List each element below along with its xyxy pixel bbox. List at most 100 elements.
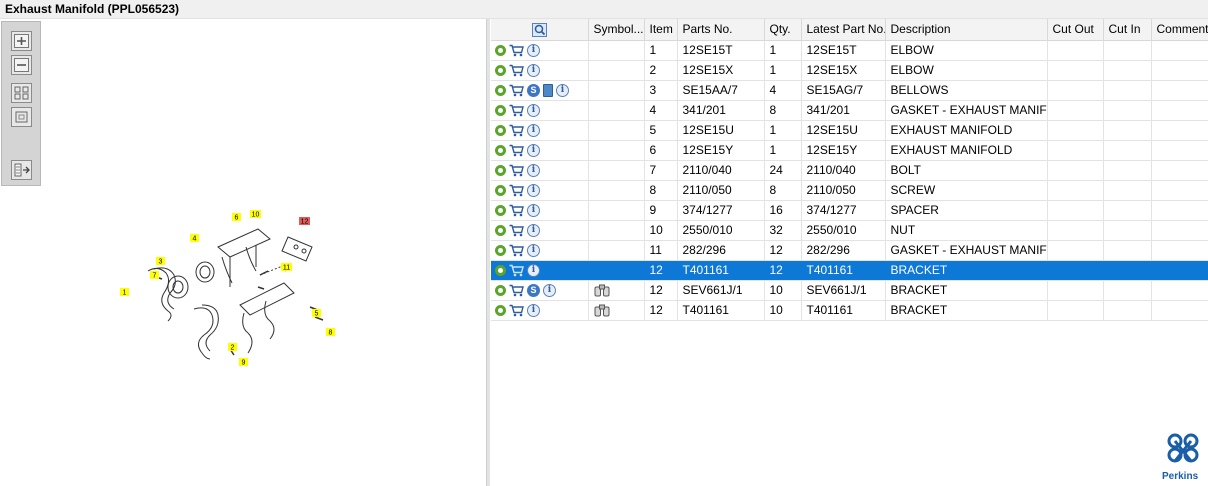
table-row[interactable]: i 12 T401161 10 T401161 BRACKET — [491, 300, 1208, 321]
binoculars-icon[interactable] — [594, 284, 610, 297]
cut-in-cell — [1103, 40, 1152, 61]
info-icon[interactable]: i — [527, 264, 540, 278]
gear-icon[interactable] — [495, 165, 506, 177]
info-icon[interactable]: i — [527, 184, 540, 198]
zoom-in-button[interactable] — [11, 31, 32, 51]
gear-icon[interactable] — [495, 225, 506, 237]
gear-icon[interactable] — [495, 105, 506, 117]
supersession-icon[interactable]: S — [527, 84, 540, 98]
gear-icon[interactable] — [495, 265, 506, 277]
add-to-cart-icon[interactable] — [509, 204, 524, 217]
pane-splitter[interactable] — [486, 19, 490, 486]
info-icon[interactable]: i — [527, 44, 540, 58]
supersession-icon[interactable]: S — [527, 284, 540, 298]
fit-page-button[interactable] — [11, 83, 32, 103]
comment-cell — [1151, 220, 1208, 241]
gear-icon[interactable] — [495, 45, 506, 57]
info-icon[interactable]: i — [543, 284, 556, 298]
col-search-header[interactable] — [491, 19, 589, 41]
col-description-header[interactable]: Description — [885, 19, 1048, 41]
brand-name: Perkins — [1162, 471, 1199, 482]
col-item-header[interactable]: Item — [644, 19, 678, 41]
document-icon[interactable] — [543, 84, 553, 98]
add-to-cart-icon[interactable] — [509, 64, 524, 77]
search-icon[interactable] — [531, 22, 547, 37]
table-row[interactable]: i 6 12SE15Y 1 12SE15Y EXHAUST MANIFOLD — [491, 140, 1208, 161]
export-button[interactable] — [11, 160, 32, 180]
fit-page-icon — [14, 86, 29, 100]
table-row[interactable]: i 1 12SE15T 1 12SE15T ELBOW — [491, 40, 1208, 61]
cut-out-cell — [1047, 120, 1104, 141]
col-comment-header[interactable]: Comment — [1151, 19, 1208, 41]
row-actions-cell: i — [491, 60, 589, 81]
actual-size-button[interactable] — [11, 107, 32, 127]
info-icon[interactable]: i — [556, 84, 569, 98]
info-icon[interactable]: i — [527, 144, 540, 158]
table-row[interactable]: i 7 2110/040 24 2110/040 BOLT — [491, 160, 1208, 181]
add-to-cart-icon[interactable] — [509, 244, 524, 257]
table-row[interactable]: i 2 12SE15X 1 12SE15X ELBOW — [491, 60, 1208, 81]
info-icon[interactable]: i — [527, 164, 540, 178]
col-parts-no-header[interactable]: Parts No. — [677, 19, 765, 41]
table-row[interactable]: i4341/2018341/201GASKET - EXHAUST MANIFO… — [491, 100, 1208, 121]
table-row[interactable]: i 12 T401161 12 T401161 BRACKET — [491, 260, 1208, 281]
gear-icon[interactable] — [495, 65, 506, 77]
add-to-cart-icon[interactable] — [509, 264, 524, 277]
gear-icon[interactable] — [495, 145, 506, 157]
table-row[interactable]: i 9 374/1277 16 374/1277 SPACER — [491, 200, 1208, 221]
row-actions-cell: i — [491, 100, 589, 121]
col-cut-in-header[interactable]: Cut In — [1103, 19, 1152, 41]
info-icon[interactable]: i — [527, 244, 540, 258]
item-cell: 7 — [644, 160, 678, 181]
description-cell: BRACKET — [885, 280, 1048, 301]
gear-icon[interactable] — [495, 285, 506, 297]
col-latest-part-header[interactable]: Latest Part No. — [801, 19, 886, 41]
info-icon[interactable]: i — [527, 204, 540, 218]
add-to-cart-icon[interactable] — [509, 224, 524, 237]
add-to-cart-icon[interactable] — [509, 164, 524, 177]
gear-icon[interactable] — [495, 305, 506, 317]
symbol-cell — [588, 160, 645, 181]
gear-icon[interactable] — [495, 185, 506, 197]
symbol-cell — [588, 280, 645, 301]
add-to-cart-icon[interactable] — [509, 44, 524, 57]
gear-icon[interactable] — [495, 85, 506, 97]
symbol-cell — [588, 40, 645, 61]
table-row[interactable]: Si 3 SE15AA/7 4 SE15AG/7 BELLOWS — [491, 80, 1208, 101]
gear-icon[interactable] — [495, 125, 506, 137]
cut-in-cell — [1103, 280, 1152, 301]
latest-part-cell: SE15AG/7 — [801, 80, 886, 101]
cut-in-cell — [1103, 180, 1152, 201]
info-icon[interactable]: i — [527, 64, 540, 78]
table-row[interactable]: i 11 282/296 12 282/296 GASKET - EXHAUST MANI… — [491, 240, 1208, 261]
gear-icon[interactable] — [495, 205, 506, 217]
col-cut-out-header[interactable]: Cut Out — [1047, 19, 1104, 41]
cut-in-cell — [1103, 200, 1152, 221]
zoom-out-icon — [14, 58, 29, 72]
symbol-cell — [588, 60, 645, 81]
info-icon[interactable]: i — [527, 124, 540, 138]
table-row[interactable]: i 10 2550/010 32 2550/010 NUT — [491, 220, 1208, 241]
add-to-cart-icon[interactable] — [509, 104, 524, 117]
col-symbol-header[interactable]: Symbol... — [588, 19, 645, 41]
table-row[interactable]: Si 12 SEV661J/1 10 SEV661J/1 BRACKET — [491, 280, 1208, 301]
binoculars-icon[interactable] — [594, 304, 610, 317]
table-row[interactable]: i 5 12SE15U 1 12SE15U EXHAUST MANIFOLD — [491, 120, 1208, 141]
comment-cell — [1151, 120, 1208, 141]
info-icon[interactable]: i — [527, 304, 540, 318]
add-to-cart-icon[interactable] — [509, 124, 524, 137]
diagram-pane[interactable]: 1 2 3 4 5 6 7 8 9 10 11 12 — [0, 19, 486, 486]
zoom-out-button[interactable] — [11, 55, 32, 75]
info-icon[interactable]: i — [527, 104, 540, 118]
col-qty-header[interactable]: Qty. — [764, 19, 802, 41]
add-to-cart-icon[interactable] — [509, 304, 524, 317]
add-to-cart-icon[interactable] — [509, 144, 524, 157]
add-to-cart-icon[interactable] — [509, 284, 524, 297]
add-to-cart-icon[interactable] — [509, 184, 524, 197]
table-row[interactable]: i 8 2110/050 8 2110/050 SCREW — [491, 180, 1208, 201]
item-cell: 12 — [644, 280, 678, 301]
add-to-cart-icon[interactable] — [509, 84, 524, 97]
info-icon[interactable]: i — [527, 224, 540, 238]
gear-icon[interactable] — [495, 245, 506, 257]
symbol-cell — [588, 180, 645, 201]
